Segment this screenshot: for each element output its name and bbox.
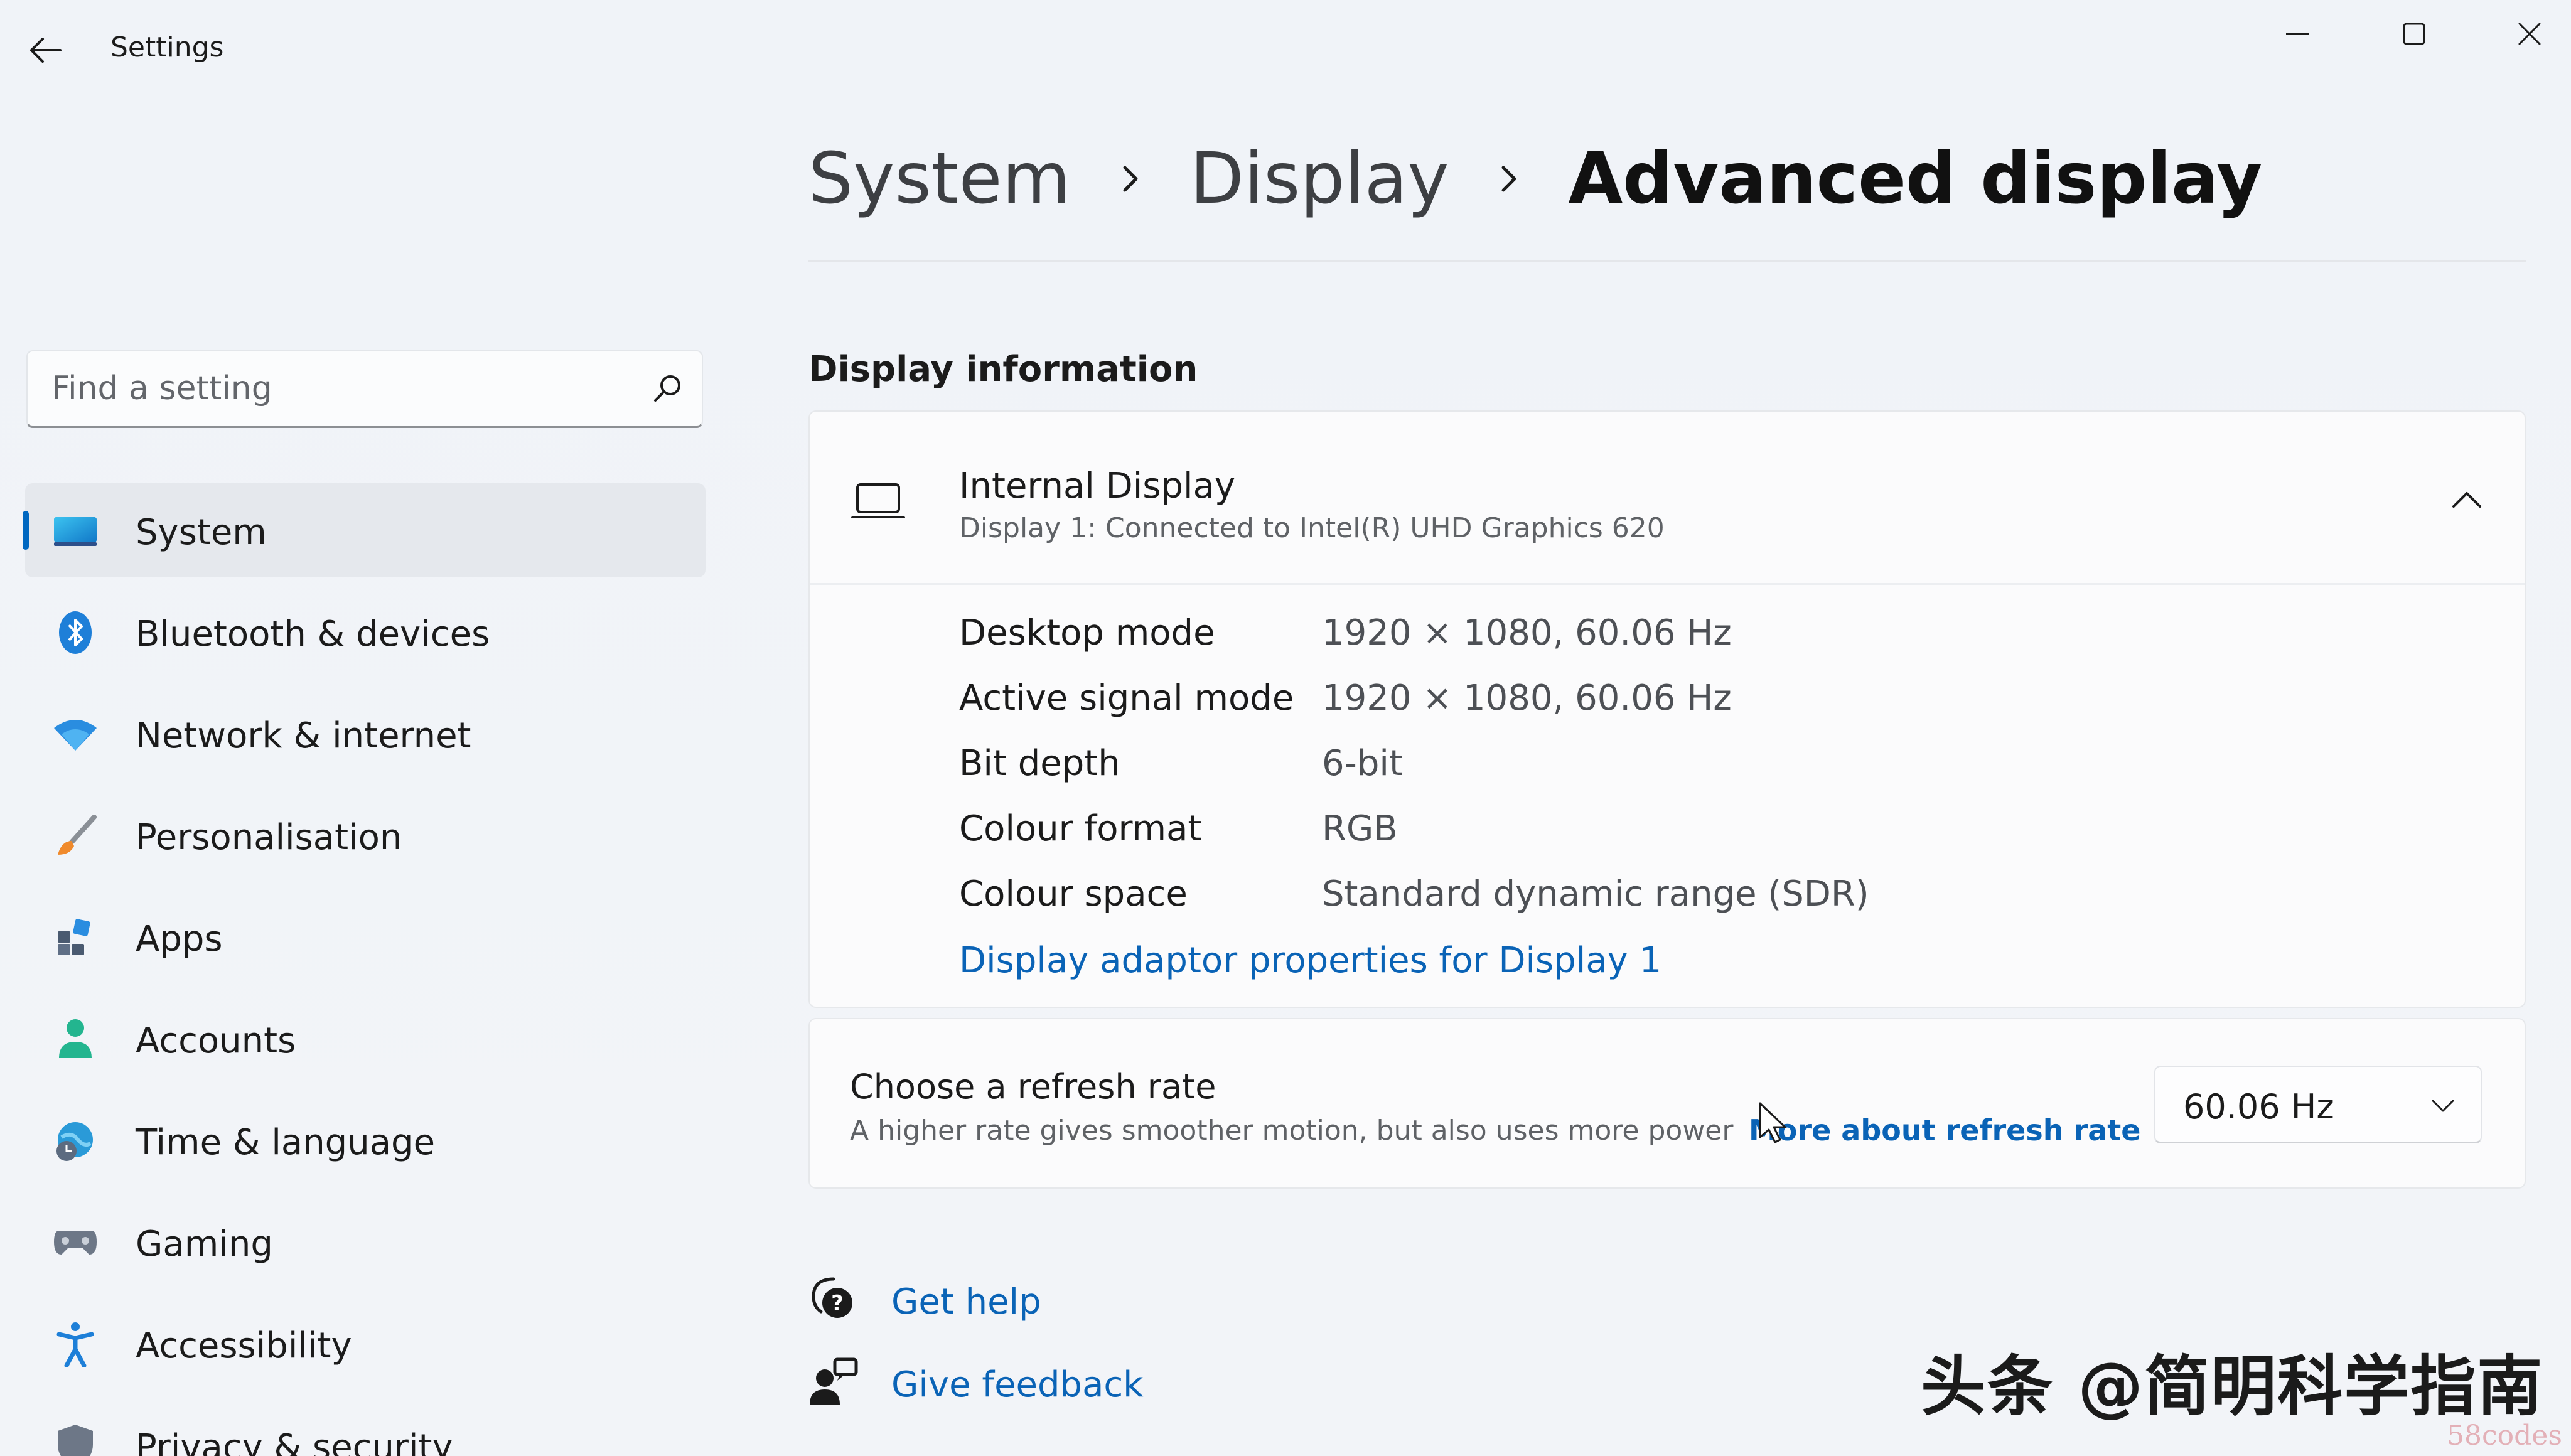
section-title: Display information [808, 349, 1198, 390]
chevron-up-icon [2452, 492, 2481, 508]
info-value: Standard dynamic range (SDR) [1322, 874, 1869, 914]
info-label: Colour format [959, 808, 1202, 849]
sidebar-item-label: Apps [136, 919, 223, 960]
sidebar-item-privacy[interactable]: Privacy & security [25, 1398, 706, 1456]
info-value: 1920 × 1080, 60.06 Hz [1322, 613, 1732, 653]
info-row-colour-format: Colour format RGB [959, 808, 2466, 859]
sidebar-item-label: Accessibility [136, 1325, 352, 1366]
sidebar-item-label: Personalisation [136, 817, 402, 858]
sidebar-item-label: Gaming [136, 1224, 273, 1265]
close-icon [2518, 23, 2541, 45]
shield-icon [51, 1422, 99, 1456]
info-value: 1920 × 1080, 60.06 Hz [1322, 678, 1732, 719]
give-feedback-row[interactable]: Give feedback [808, 1353, 1373, 1416]
back-arrow-icon [30, 38, 62, 63]
minimize-icon [2286, 33, 2309, 35]
display-info-card: Internal Display Display 1: Connected to… [808, 410, 2526, 1008]
refresh-rate-card: Choose a refresh rate A higher rate give… [808, 1018, 2526, 1189]
info-label: Bit depth [959, 743, 1120, 784]
info-row-bit-depth: Bit depth 6-bit [959, 743, 2466, 793]
display-name: Internal Display [959, 466, 1236, 506]
globe-clock-icon [51, 1117, 99, 1165]
feedback-icon [810, 1357, 858, 1405]
get-help-link[interactable]: Get help [891, 1282, 1041, 1322]
sidebar-item-network[interactable]: Network & internet [25, 687, 706, 781]
info-label: Colour space [959, 874, 1188, 914]
back-button[interactable] [25, 30, 65, 70]
refresh-rate-dropdown[interactable]: 60.06 Hz [2154, 1066, 2482, 1143]
system-icon [51, 507, 99, 555]
info-value: 6-bit [1322, 743, 1403, 784]
settings-window: Settings System [0, 0, 2571, 1456]
display-card-header[interactable]: Internal Display Display 1: Connected to… [810, 412, 2525, 585]
get-help-row[interactable]: ? Get help [808, 1270, 1373, 1333]
sidebar-item-accessibility[interactable]: Accessibility [25, 1297, 706, 1391]
refresh-rate-description: A higher rate gives smoother motion, but… [850, 1115, 1734, 1147]
brush-icon [51, 812, 99, 860]
close-button[interactable] [2504, 9, 2555, 59]
app-title: Settings [110, 31, 224, 63]
sidebar-item-label: Bluetooth & devices [136, 614, 490, 655]
wifi-icon [51, 710, 99, 758]
adapter-properties-link[interactable]: Display adaptor properties for Display 1 [959, 940, 1661, 981]
sidebar-item-label: Time & language [136, 1122, 436, 1163]
info-row-desktop-mode: Desktop mode 1920 × 1080, 60.06 Hz [959, 613, 2466, 663]
sidebar-item-time-language[interactable]: Time & language [25, 1093, 706, 1187]
search-box[interactable] [26, 350, 703, 428]
sidebar-item-label: System [136, 512, 267, 553]
watermark-sub: 58codes [2447, 1420, 2562, 1452]
maximize-icon [2403, 23, 2425, 45]
watermark: 头条 @简明科学指南 [1921, 1348, 2544, 1425]
laptop-icon [851, 483, 905, 518]
breadcrumb-system[interactable]: System [808, 138, 1071, 220]
give-feedback-link[interactable]: Give feedback [891, 1364, 1144, 1405]
collapse-button[interactable] [2442, 474, 2492, 525]
title-bar: Settings [0, 0, 2571, 100]
accounts-icon [51, 1015, 99, 1063]
bluetooth-icon [51, 609, 99, 656]
chevron-right-icon [1108, 157, 1152, 201]
display-subtitle: Display 1: Connected to Intel(R) UHD Gra… [959, 512, 1665, 544]
info-row-colour-space: Colour space Standard dynamic range (SDR… [959, 874, 2466, 924]
refresh-rate-title: Choose a refresh rate [850, 1067, 1216, 1106]
sidebar-item-label: Accounts [136, 1020, 296, 1061]
chevron-right-icon [1487, 157, 1531, 201]
info-label: Desktop mode [959, 613, 1215, 653]
sidebar-item-gaming[interactable]: Gaming [25, 1195, 706, 1289]
sidebar-item-label: Network & internet [136, 715, 471, 756]
search-icon[interactable] [649, 370, 687, 408]
gamepad-icon [51, 1219, 99, 1266]
get-help-icon: ? [812, 1277, 852, 1318]
sidebar-item-bluetooth[interactable]: Bluetooth & devices [25, 585, 706, 679]
page-title: Advanced display [1568, 138, 2263, 220]
accessibility-icon [51, 1320, 99, 1368]
search-input[interactable] [51, 351, 616, 426]
minimize-button[interactable] [2272, 9, 2322, 59]
sidebar-item-personalisation[interactable]: Personalisation [25, 788, 706, 882]
info-value: RGB [1322, 808, 1398, 849]
apps-icon [51, 914, 99, 961]
sidebar-item-accounts[interactable]: Accounts [25, 992, 706, 1086]
header-divider [808, 260, 2526, 262]
sidebar-item-label: Privacy & security [136, 1427, 453, 1456]
sidebar-item-system[interactable]: System [23, 483, 706, 577]
breadcrumb-display[interactable]: Display [1190, 138, 1449, 220]
dropdown-value: 60.06 Hz [2183, 1087, 2334, 1127]
info-row-active-signal-mode: Active signal mode 1920 × 1080, 60.06 Hz [959, 678, 2466, 728]
svg-text:?: ? [831, 1291, 844, 1316]
maximize-button[interactable] [2389, 9, 2439, 59]
selection-indicator [23, 511, 29, 550]
sidebar-item-apps[interactable]: Apps [25, 890, 706, 984]
info-label: Active signal mode [959, 678, 1294, 719]
mouse-cursor-icon [1759, 1102, 1786, 1143]
refresh-rate-link[interactable]: More about refresh rate [1749, 1113, 2140, 1147]
chevron-down-icon [2425, 1088, 2461, 1123]
breadcrumb: System Display Advanced display [808, 132, 2262, 226]
